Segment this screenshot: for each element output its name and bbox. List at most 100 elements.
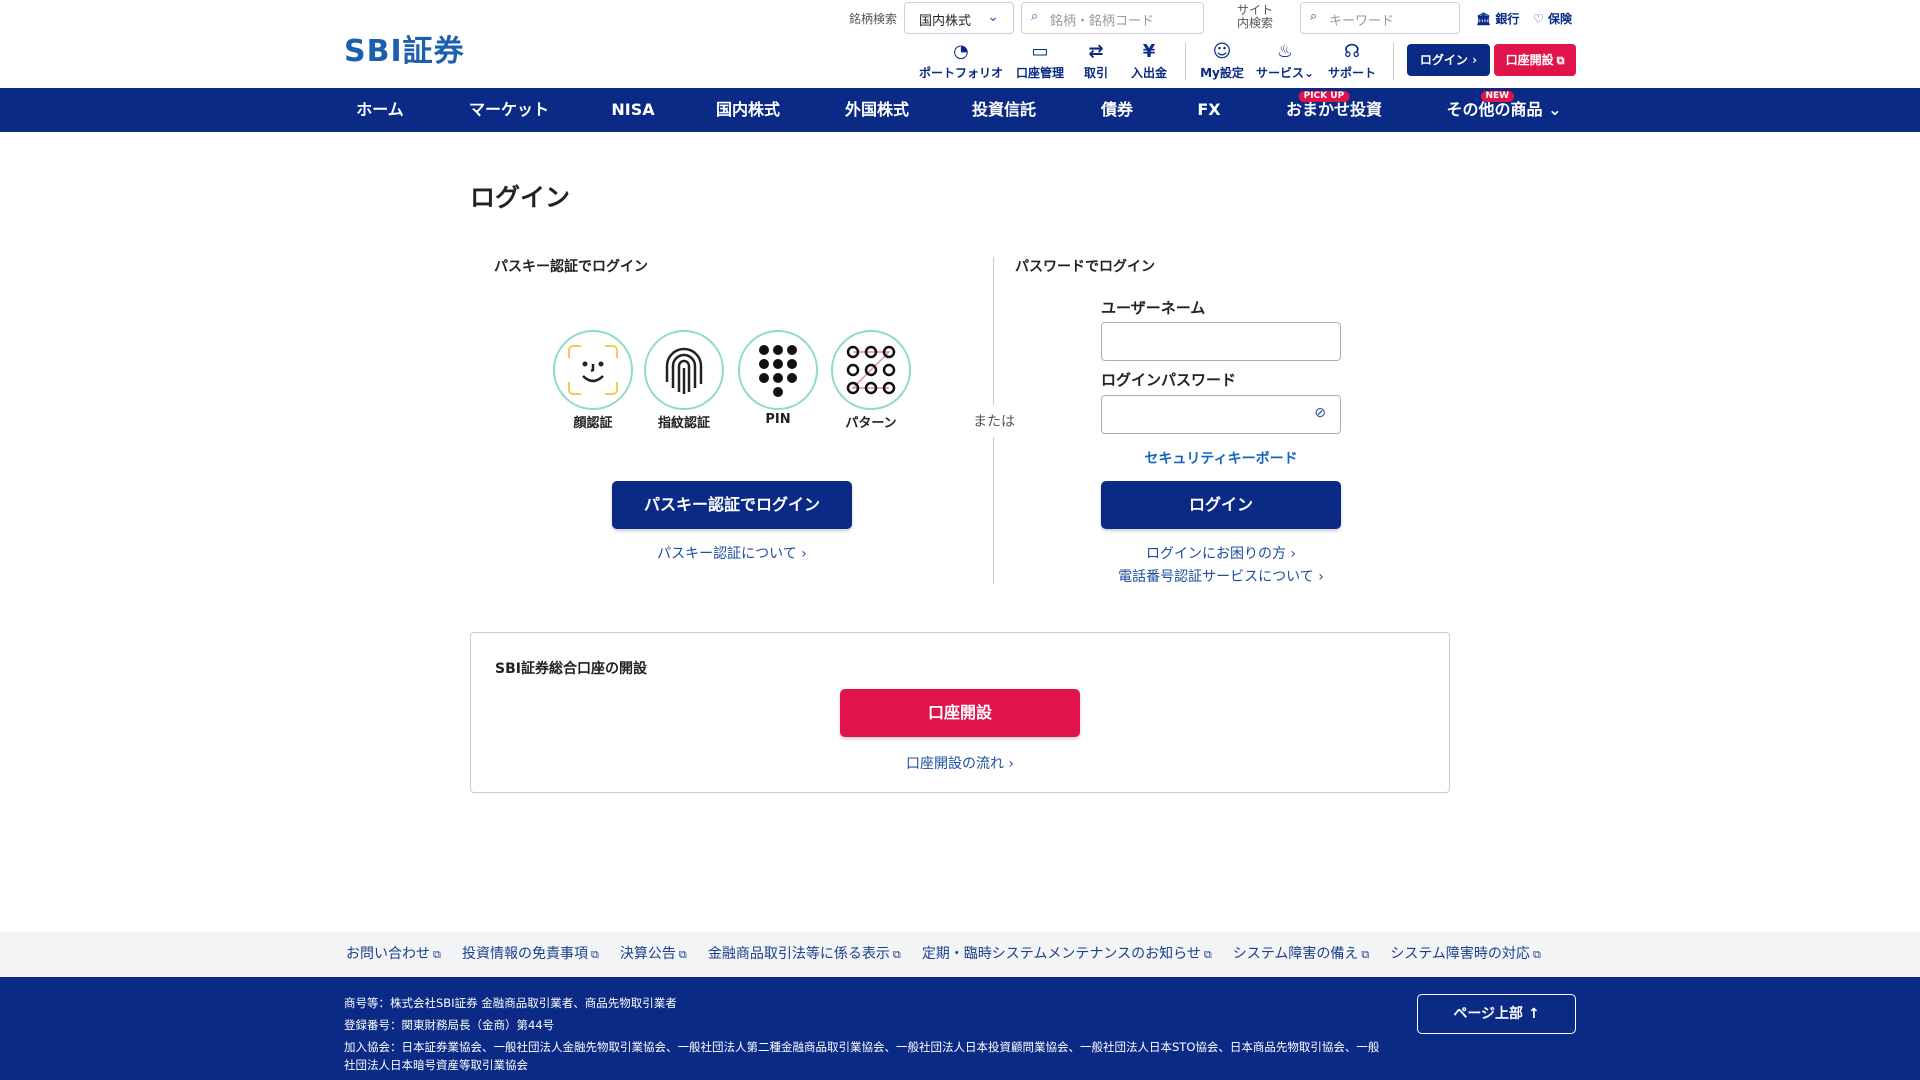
chevron-right-icon: › <box>1290 546 1297 562</box>
chevron-right-icon: › <box>1318 569 1324 585</box>
stock-search-placeholder: 銘柄・銘柄コード <box>1050 14 1155 29</box>
page-top-button[interactable]: ページ上部 ↑ <box>1417 994 1576 1034</box>
insurance-label: 保険 <box>1547 12 1572 26</box>
insurance-icon: ♡ <box>1533 12 1548 26</box>
nav-label: FX <box>1197 100 1221 119</box>
external-link-icon: ⧉ <box>590 948 599 961</box>
portfolio-link[interactable]: ◔ ポートフォリオ <box>916 42 1006 81</box>
bank-icon: 🏛︎ <box>1476 12 1496 26</box>
account-flow-link[interactable]: 口座開設の流れ › <box>800 753 1120 773</box>
link-label: 投資情報の免責事項 <box>461 946 588 962</box>
pin-option[interactable] <box>738 330 818 410</box>
link-label: 定期・臨時システムメンテナンスのお知らせ <box>921 946 1201 962</box>
site-search-placeholder: キーワード <box>1329 14 1395 29</box>
external-link-icon: ⧉ <box>1203 948 1212 961</box>
open-account-button[interactable]: 口座開設 <box>840 689 1080 737</box>
chevron-right-icon: › <box>801 546 807 562</box>
search-icon: ⌕ <box>1310 9 1318 24</box>
link-label: システム障害の備え <box>1232 946 1359 962</box>
pattern-label: パターン <box>845 416 897 431</box>
pie-chart-icon: ◔ <box>953 41 969 62</box>
associations-info: 加入協会：日本証券業協会、一般社団法人金融先物取引業協会、一般社団法人第二種金融… <box>344 1040 1380 1072</box>
external-link-icon: ⧉ <box>1556 54 1565 67</box>
pickup-badge: PICK UP <box>1298 91 1350 102</box>
external-link-icon: ⧉ <box>1532 948 1541 961</box>
page-title: ログイン <box>470 183 571 212</box>
face-id-option[interactable] <box>553 330 633 410</box>
nav-label: おまかせ投資 <box>1285 100 1383 119</box>
chevron-right-icon: › <box>1472 53 1478 67</box>
market-select[interactable]: 国内株式 ⌄ <box>904 2 1014 34</box>
nav-label: その他の商品 <box>1446 100 1543 119</box>
link-label: ログインにお困りの方 <box>1145 546 1286 562</box>
open-account-heading: SBI証券総合口座の開設 <box>495 661 647 677</box>
open-account-panel: SBI証券総合口座の開設 口座開設 口座開設の流れ › <box>470 632 1450 793</box>
nav-bonds[interactable]: 債券 <box>1101 88 1133 132</box>
support-link[interactable]: ☊ サポート <box>1307 42 1397 81</box>
password-input[interactable]: ⊘ <box>1101 395 1341 434</box>
new-badge: NEW <box>1480 91 1515 102</box>
sbi-logo[interactable]: SBI証券 <box>344 26 465 70</box>
footer-link[interactable]: 投資情報の免責事項 ⧉ <box>462 946 599 962</box>
link-label: 電話番号認証サービスについて <box>1118 569 1314 585</box>
stock-search-input[interactable]: ⌕ 銘柄・銘柄コード <box>1021 2 1204 34</box>
registration-info: 登録番号：関東財務局長（金商）第44号 <box>344 1018 555 1032</box>
link-label: パスキー認証について <box>657 546 797 562</box>
footer-link[interactable]: システム障害の備え ⧉ <box>1233 946 1369 962</box>
nav-robo-advisor[interactable]: PICK UP おまかせ投資 <box>1286 88 1382 132</box>
nav-fx[interactable]: FX <box>1197 88 1220 132</box>
eye-slash-icon[interactable]: ⊘ <box>1314 405 1326 421</box>
insurance-link[interactable]: ♡ 保険 <box>1533 10 1572 27</box>
header-login-button[interactable]: ログイン › <box>1407 44 1490 76</box>
nav-label: 国内株式 <box>715 100 781 119</box>
footer-link[interactable]: 定期・臨時システムメンテナンスのお知らせ ⧉ <box>922 946 1212 962</box>
icon-label: My設定 <box>1200 66 1244 80</box>
nav-mutual-funds[interactable]: 投資信託 <box>972 88 1036 132</box>
passkey-login-button[interactable]: パスキー認証でログイン <box>612 481 852 529</box>
footer-link[interactable]: お問い合わせ ⧉ <box>346 946 441 962</box>
divider <box>1393 42 1394 80</box>
pattern-icon <box>846 345 896 395</box>
footer-links: お問い合わせ ⧉ 投資情報の免責事項 ⧉ 決算公告 ⧉ 金融商品取引法等に係る表示 ⧉ … <box>0 932 1920 977</box>
footer-link[interactable]: 金融商品取引法等に係る表示 ⧉ <box>708 946 901 962</box>
nav-label: 債券 <box>1100 100 1134 119</box>
divider <box>993 437 994 584</box>
nav-foreign-stocks[interactable]: 外国株式 <box>845 88 909 132</box>
nav-label: 投資信託 <box>971 100 1037 119</box>
nav-label: マーケット <box>468 100 550 119</box>
footer-link[interactable]: システム障害時の対応 ⧉ <box>1390 946 1540 962</box>
about-passkey-link[interactable]: パスキー認証について › <box>612 543 852 563</box>
footer-link[interactable]: 決算公告 ⧉ <box>620 946 687 962</box>
fingerprint-label: 指紋認証 <box>657 416 710 431</box>
market-select-value: 国内株式 <box>919 14 972 29</box>
icon-label: 入出金 <box>1130 66 1167 80</box>
login-help-link[interactable]: ログインにお困りの方 › <box>1061 543 1381 563</box>
username-input[interactable] <box>1101 322 1341 361</box>
main-nav: ホーム マーケット NISA 国内株式 外国株式 投資信託 債券 FX PICK… <box>0 88 1920 132</box>
login-button[interactable]: ログイン <box>1101 481 1341 529</box>
password-label: ログインパスワード <box>1101 371 1237 389</box>
bank-link[interactable]: 🏛︎ 銀行 <box>1476 10 1519 27</box>
phone-auth-link[interactable]: 電話番号認証サービスについて › <box>1061 566 1381 586</box>
pattern-option[interactable] <box>831 330 911 410</box>
stock-search-label: 銘柄検索 <box>849 12 898 26</box>
nav-other-products[interactable]: NEW その他の商品 ⌄ <box>1447 88 1562 132</box>
fingerprint-icon <box>665 347 703 394</box>
username-label: ユーザーネーム <box>1101 299 1206 317</box>
passkey-heading: パスキー認証でログイン <box>494 259 648 275</box>
fingerprint-option[interactable] <box>644 330 724 410</box>
link-label: システム障害時の対応 <box>1390 946 1530 962</box>
bank-label: 銀行 <box>1495 12 1520 26</box>
nav-domestic-stocks[interactable]: 国内株式 <box>716 88 780 132</box>
icon-label: サポート <box>1327 66 1376 80</box>
security-keyboard-link[interactable]: セキュリティキーボード <box>1101 448 1341 468</box>
nav-nisa[interactable]: NISA <box>611 88 654 132</box>
nav-home[interactable]: ホーム <box>356 88 404 132</box>
header-open-account-button[interactable]: 口座開設 ⧉ <box>1494 44 1576 76</box>
nav-label: NISA <box>611 100 655 119</box>
nav-market[interactable]: マーケット <box>469 88 549 132</box>
search-icon: ⌕ <box>1031 9 1039 24</box>
nav-label: 外国株式 <box>844 100 910 119</box>
external-link-icon: ⧉ <box>1361 948 1370 961</box>
site-search-input[interactable]: ⌕ キーワード <box>1300 2 1460 34</box>
